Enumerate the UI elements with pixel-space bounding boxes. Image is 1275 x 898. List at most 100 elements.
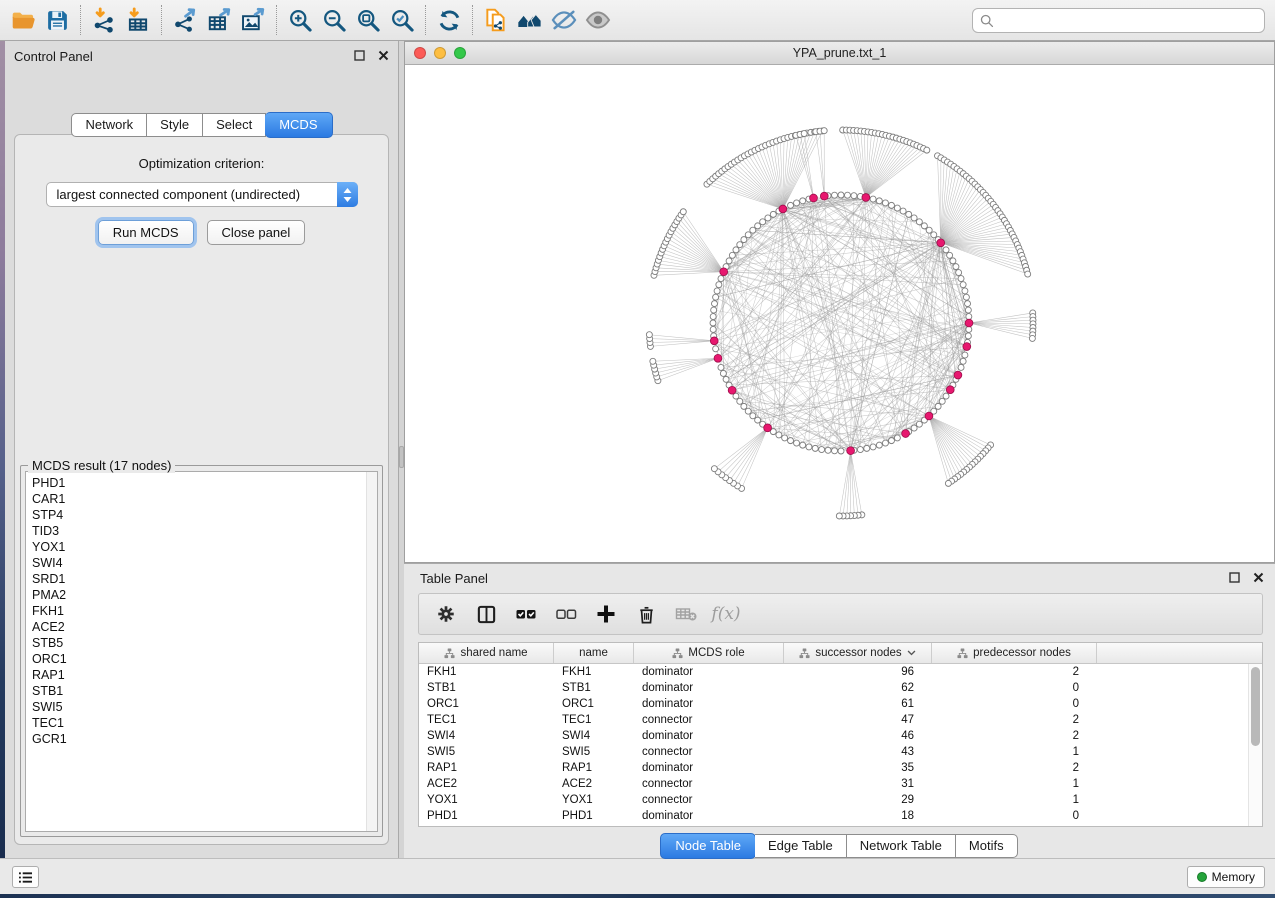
network-node[interactable] <box>737 242 743 248</box>
mcds-hub-node[interactable] <box>820 192 828 200</box>
run-mcds-button[interactable]: Run MCDS <box>98 220 194 245</box>
table-cell[interactable]: dominator <box>634 808 784 824</box>
network-node[interactable] <box>926 227 932 233</box>
network-node[interactable] <box>821 128 827 134</box>
table-cell[interactable]: 2 <box>932 712 1097 728</box>
network-node[interactable] <box>750 227 756 233</box>
network-node[interactable] <box>894 205 900 211</box>
mcds-hub-node[interactable] <box>720 268 728 276</box>
network-node[interactable] <box>812 445 818 451</box>
network-node[interactable] <box>870 444 876 450</box>
network-node[interactable] <box>931 232 937 238</box>
hide-details-icon[interactable] <box>547 4 581 36</box>
window-zoom-button[interactable] <box>454 47 466 59</box>
table-cell[interactable]: 29 <box>784 792 932 808</box>
table-cell[interactable]: FKH1 <box>554 664 634 680</box>
table-scrollbar-thumb[interactable] <box>1251 667 1260 746</box>
network-node[interactable] <box>800 198 806 204</box>
column-header-shared-name[interactable]: shared name <box>419 643 554 663</box>
network-node[interactable] <box>921 223 927 229</box>
table-cell[interactable]: RAP1 <box>554 760 634 776</box>
network-node[interactable] <box>745 408 751 414</box>
function-builder-icon[interactable]: f(x) <box>711 599 741 629</box>
delete-table-icon[interactable] <box>671 599 701 629</box>
network-node[interactable] <box>680 209 686 215</box>
tab-select[interactable]: Select <box>203 113 266 137</box>
table-cell[interactable]: ORC1 <box>554 696 634 712</box>
network-node[interactable] <box>956 270 962 276</box>
zoom-in-icon[interactable] <box>283 4 317 36</box>
mcds-hub-node[interactable] <box>728 386 736 394</box>
network-node[interactable] <box>894 435 900 441</box>
table-cell[interactable]: connector <box>634 776 784 792</box>
network-node[interactable] <box>718 276 724 282</box>
table-cell[interactable]: 62 <box>784 680 932 696</box>
mcds-hub-node[interactable] <box>954 371 962 379</box>
mcds-result-item[interactable]: ACE2 <box>32 619 377 635</box>
panel-menu-icon[interactable] <box>12 866 39 888</box>
network-node[interactable] <box>935 403 941 409</box>
network-node[interactable] <box>711 466 717 472</box>
network-node[interactable] <box>788 202 794 208</box>
table-cell[interactable]: PHD1 <box>419 808 554 824</box>
network-node[interactable] <box>782 435 788 441</box>
open-file-icon[interactable] <box>6 4 40 36</box>
table-cell[interactable]: 0 <box>932 696 1097 712</box>
export-image-icon[interactable] <box>236 4 270 36</box>
table-cell[interactable]: connector <box>634 744 784 760</box>
network-node[interactable] <box>870 196 876 202</box>
show-details-icon[interactable] <box>581 4 615 36</box>
select-all-icon[interactable] <box>511 599 541 629</box>
table-options-icon[interactable] <box>431 599 461 629</box>
mcds-result-item[interactable]: PHD1 <box>32 475 377 491</box>
mcds-result-item[interactable]: PMA2 <box>32 587 377 603</box>
network-node[interactable] <box>965 307 971 313</box>
network-node[interactable] <box>965 333 971 339</box>
network-node[interactable] <box>962 288 968 294</box>
table-cell[interactable]: 18 <box>784 808 932 824</box>
network-node[interactable] <box>755 223 761 229</box>
tab-network[interactable]: Network <box>71 113 147 137</box>
column-header-predecessor-nodes[interactable]: predecessor nodes <box>932 643 1097 663</box>
table-cell[interactable]: ACE2 <box>554 776 634 792</box>
add-column-icon[interactable] <box>591 599 621 629</box>
column-header-MCDS-role[interactable]: MCDS role <box>634 643 784 663</box>
table-cell[interactable]: SWI5 <box>419 744 554 760</box>
network-node[interactable] <box>710 314 716 320</box>
table-cell[interactable]: dominator <box>634 680 784 696</box>
network-node[interactable] <box>900 208 906 214</box>
zoom-selected-icon[interactable] <box>385 4 419 36</box>
mcds-result-item[interactable]: STB1 <box>32 683 377 699</box>
network-node[interactable] <box>737 398 743 404</box>
network-node[interactable] <box>851 193 857 199</box>
window-close-button[interactable] <box>414 47 426 59</box>
mcds-list-scrollbar[interactable] <box>366 472 377 831</box>
window-minimize-button[interactable] <box>434 47 446 59</box>
network-node[interactable] <box>947 252 953 258</box>
network-node[interactable] <box>770 211 776 217</box>
mcds-result-item[interactable]: SWI5 <box>32 699 377 715</box>
table-cell[interactable]: PHD1 <box>554 808 634 824</box>
tab-node-table[interactable]: Node Table <box>660 833 756 859</box>
mcds-result-item[interactable]: GCR1 <box>32 731 377 747</box>
network-node[interactable] <box>723 376 729 382</box>
import-table-icon[interactable] <box>121 4 155 36</box>
table-cell[interactable]: YOX1 <box>554 792 634 808</box>
save-session-icon[interactable] <box>40 4 74 36</box>
network-node[interactable] <box>729 252 735 258</box>
close-table-panel-icon[interactable] <box>1251 570 1265 584</box>
mcds-hub-node[interactable] <box>862 194 870 202</box>
table-cell[interactable]: dominator <box>634 664 784 680</box>
apply-layout-icon[interactable] <box>432 4 466 36</box>
mcds-hub-node[interactable] <box>963 343 971 351</box>
table-cell[interactable]: YOX1 <box>419 792 554 808</box>
table-cell[interactable]: 1 <box>932 744 1097 760</box>
network-node[interactable] <box>939 398 945 404</box>
table-cell[interactable]: 1 <box>932 776 1097 792</box>
mcds-result-item[interactable]: FKH1 <box>32 603 377 619</box>
float-panel-icon[interactable] <box>352 48 366 62</box>
tab-edge-table[interactable]: Edge Table <box>755 834 847 858</box>
network-canvas[interactable] <box>405 65 1274 562</box>
tab-style[interactable]: Style <box>147 113 203 137</box>
network-node[interactable] <box>714 288 720 294</box>
